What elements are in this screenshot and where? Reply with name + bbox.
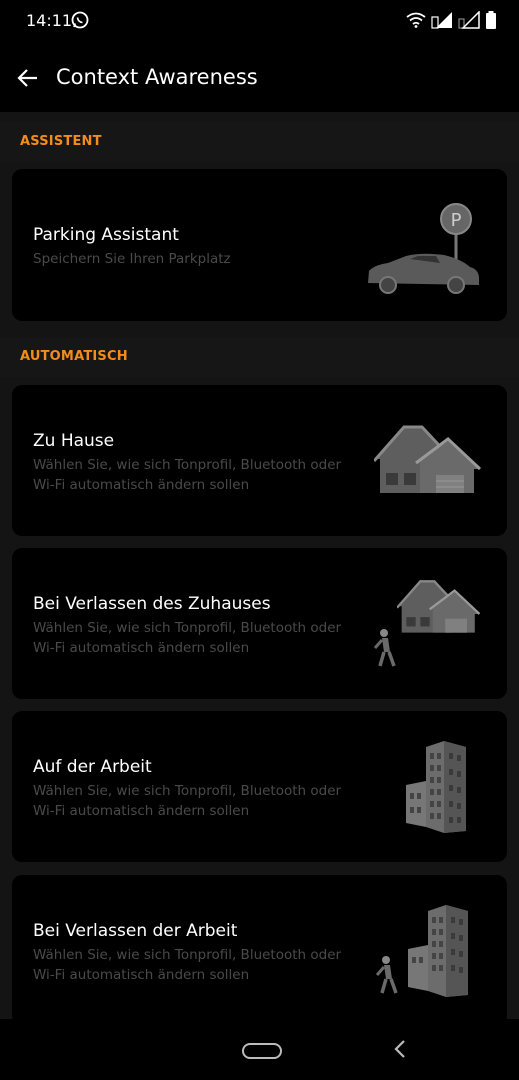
- card-subtitle: Wählen Sie, wie sich Tonprofil, Bluetoot…: [33, 947, 342, 983]
- signal-icon: [431, 11, 453, 33]
- nav-back-icon[interactable]: [392, 1039, 408, 1063]
- house-icon: [372, 423, 482, 501]
- section-header-automatisch: AUTOMATISCH: [0, 337, 519, 377]
- app-bar: Context Awareness: [0, 42, 519, 112]
- walking-person-icon: [370, 628, 400, 672]
- card-title: Bei Verlassen der Arbeit: [33, 921, 238, 941]
- battery-icon: [485, 11, 497, 33]
- card-verlassen-arbeit[interactable]: Bei Verlassen der Arbeit Wählen Sie, wie…: [12, 875, 507, 1025]
- office-building-icon: [404, 739, 470, 839]
- card-title: Auf der Arbeit: [33, 757, 152, 777]
- walking-person-icon: [372, 955, 402, 999]
- status-bar: 14:11: [0, 0, 519, 42]
- signal-icon-2: [458, 10, 480, 33]
- status-icons: [406, 10, 497, 33]
- card-auf-der-arbeit[interactable]: Auf der Arbeit Wählen Sie, wie sich Tonp…: [12, 711, 507, 862]
- svg-text:P: P: [451, 210, 462, 231]
- home-pill[interactable]: [242, 1043, 282, 1059]
- card-subtitle: Wählen Sie, wie sich Tonprofil, Bluetoot…: [33, 783, 342, 819]
- card-title: Parking Assistant: [33, 225, 179, 245]
- section-label: ASSISTENT: [20, 134, 102, 149]
- card-parking-assistant[interactable]: Parking Assistant Speichern Sie Ihren Pa…: [12, 169, 507, 321]
- navigation-bar: [0, 1019, 519, 1080]
- parking-car-icon: P: [366, 201, 486, 300]
- office-building-icon: [406, 903, 472, 1003]
- card-subtitle: Speichern Sie Ihren Parkplatz: [33, 251, 231, 267]
- card-verlassen-zuhause[interactable]: Bei Verlassen des Zuhauses Wählen Sie, w…: [12, 548, 507, 699]
- card-title: Zu Hause: [33, 431, 115, 451]
- card-subtitle: Wählen Sie, wie sich Tonprofil, Bluetoot…: [33, 620, 342, 656]
- card-subtitle: Wählen Sie, wie sich Tonprofil, Bluetoot…: [33, 457, 342, 493]
- status-time: 14:11: [26, 11, 73, 30]
- house-icon: [396, 578, 481, 640]
- card-zu-hause[interactable]: Zu Hause Wählen Sie, wie sich Tonprofil,…: [12, 385, 507, 536]
- whatsapp-icon: [70, 10, 90, 34]
- back-arrow-icon[interactable]: [16, 66, 40, 94]
- section-header-assistent: ASSISTENT: [0, 122, 519, 162]
- page-title: Context Awareness: [56, 65, 258, 89]
- wifi-icon: [406, 12, 426, 32]
- section-label: AUTOMATISCH: [20, 349, 128, 364]
- card-title: Bei Verlassen des Zuhauses: [33, 594, 271, 614]
